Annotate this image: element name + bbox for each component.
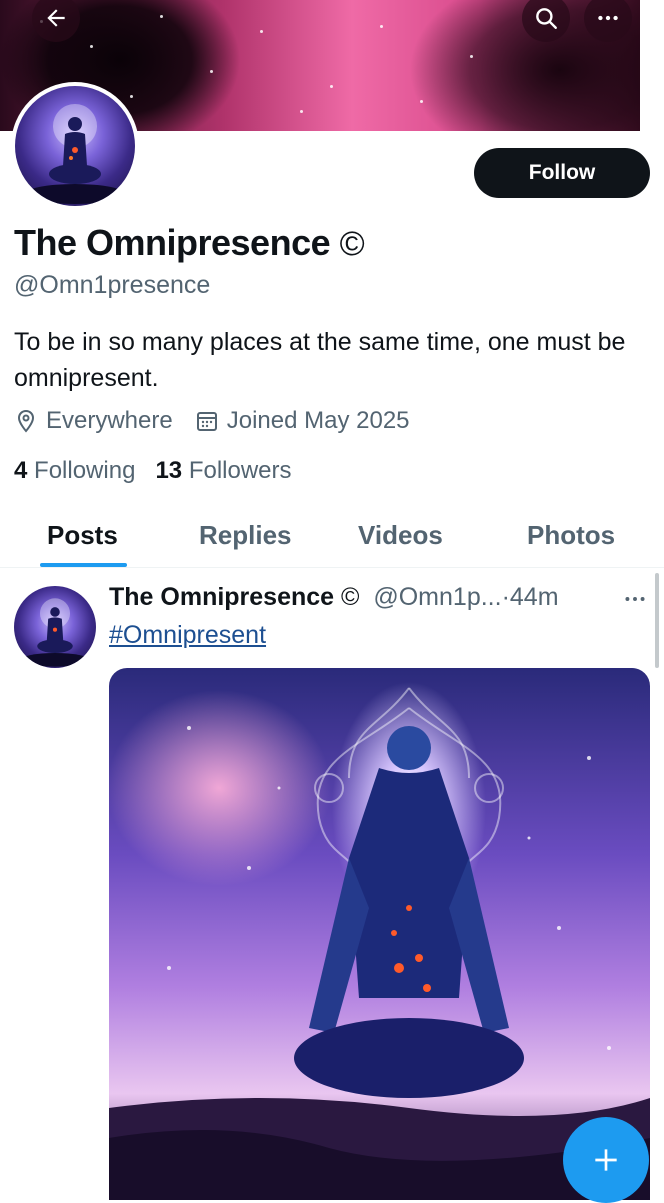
post-author-avatar[interactable] xyxy=(14,586,96,668)
profile-counts: 4 Following 13 Followers xyxy=(14,457,292,485)
calendar-icon xyxy=(196,412,217,431)
banner-edge xyxy=(640,0,664,131)
tab-videos[interactable]: Videos xyxy=(358,505,443,565)
profile-meta: Everywhere Joined May 2025 xyxy=(14,407,432,435)
display-name-text: The Omnipresence xyxy=(14,222,331,263)
post-time[interactable]: 44m xyxy=(510,583,559,612)
post-separator: · xyxy=(501,583,510,611)
tab-replies[interactable]: Replies xyxy=(199,505,292,565)
following-link[interactable]: 4 Following xyxy=(14,457,135,484)
search-icon xyxy=(536,8,557,29)
followers-count: 13 xyxy=(155,457,183,484)
following-label: Following xyxy=(34,457,136,484)
tab-posts[interactable]: Posts xyxy=(47,505,118,565)
avatar-image xyxy=(15,86,135,206)
post-author-name[interactable]: The Omnipresence xyxy=(109,583,334,612)
followers-link[interactable]: 13 Followers xyxy=(155,457,291,484)
profile-display-name: The Omnipresence © xyxy=(14,222,365,264)
profile-tabs: Posts Replies Videos Photos xyxy=(0,505,664,567)
scrollbar[interactable] xyxy=(655,573,659,668)
profile-avatar[interactable] xyxy=(11,82,139,210)
follow-button[interactable]: Follow xyxy=(474,148,650,198)
following-count: 4 xyxy=(14,457,28,484)
profile-joined: Joined May 2025 xyxy=(195,407,410,435)
post-more-button[interactable] xyxy=(622,586,648,617)
location-pin-icon xyxy=(17,409,35,433)
post-hashtag-link[interactable]: #Omnipresent xyxy=(109,621,266,650)
post-verified-badge-icon: © xyxy=(341,583,360,611)
tabs-divider xyxy=(0,567,664,568)
post-author-handle[interactable]: @Omn1p... xyxy=(373,583,501,612)
more-horizontal-icon xyxy=(598,15,618,21)
post-header: The Omnipresence © @Omn1p... · 44m xyxy=(109,583,559,612)
more-horizontal-icon xyxy=(625,597,645,601)
post-image[interactable] xyxy=(109,668,650,1200)
profile-bio: To be in so many places at the same time… xyxy=(14,328,626,392)
tab-photos[interactable]: Photos xyxy=(527,505,615,565)
profile-location: Everywhere xyxy=(14,407,173,435)
plus-icon xyxy=(595,1149,617,1171)
arrow-left-icon xyxy=(47,9,65,27)
compose-post-button[interactable] xyxy=(563,1117,649,1203)
location-text: Everywhere xyxy=(46,407,173,434)
followers-label: Followers xyxy=(188,457,292,484)
verified-badge-icon[interactable]: © xyxy=(340,225,365,263)
profile-handle: @Omn1presence xyxy=(14,271,211,299)
joined-text: Joined May 2025 xyxy=(226,407,410,434)
